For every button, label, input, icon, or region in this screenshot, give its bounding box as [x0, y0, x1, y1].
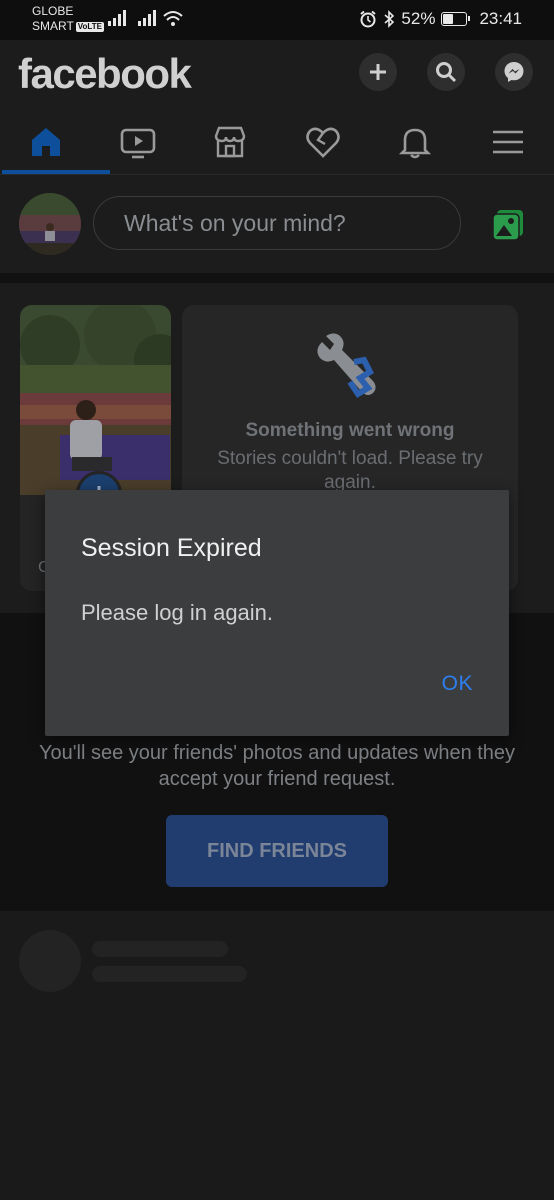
session-expired-dialog: Session Expired Please log in again. OK	[45, 490, 509, 736]
dialog-message: Please log in again.	[81, 600, 274, 625]
ok-button[interactable]: OK	[442, 672, 473, 696]
dialog-title: Session Expired	[81, 534, 262, 562]
